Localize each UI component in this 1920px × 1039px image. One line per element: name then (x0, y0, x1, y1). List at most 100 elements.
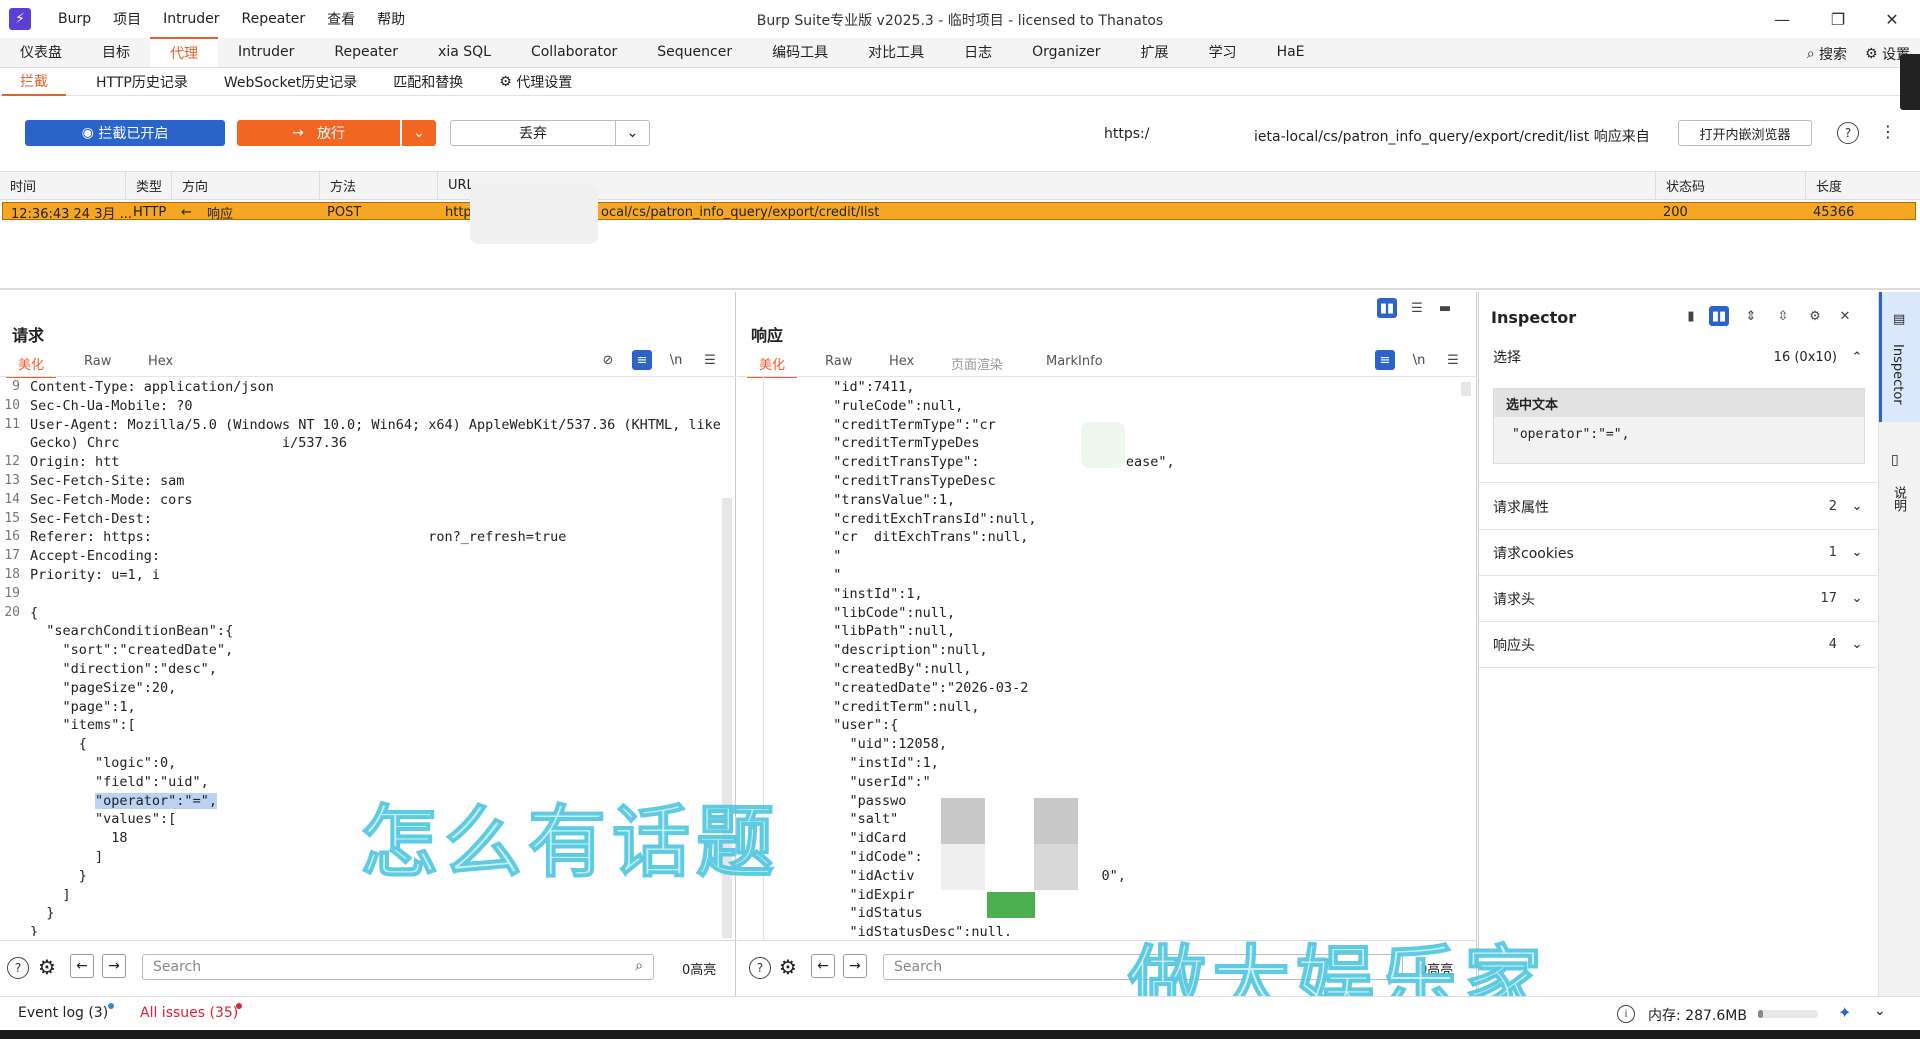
hide-eye-icon[interactable]: ⊘ (598, 350, 618, 370)
wrap-lines-icon[interactable]: ≡ (1375, 350, 1395, 370)
layout-rows-icon[interactable]: ☰ (1407, 298, 1427, 318)
col-length[interactable]: 长度 (1806, 172, 1920, 200)
request-tab-hex[interactable]: Hex (148, 354, 173, 369)
edge-scrollbar[interactable] (1900, 54, 1920, 110)
tab-learn[interactable]: 学习 (1189, 37, 1257, 67)
menu-intruder[interactable]: Intruder (163, 11, 219, 27)
tab-intruder[interactable]: Intruder (218, 37, 314, 67)
menu-repeater[interactable]: Repeater (242, 11, 306, 27)
menu-project[interactable]: 项目 (113, 9, 141, 29)
col-type[interactable]: 类型 (126, 172, 172, 200)
response-tab-render[interactable]: 页面渲染 (951, 354, 1003, 373)
tab-repeater[interactable]: Repeater (314, 37, 418, 67)
help-icon[interactable]: ? (749, 957, 771, 979)
help-icon[interactable]: ? (7, 957, 29, 979)
request-tab-pretty[interactable]: 美化 (5, 354, 57, 378)
inspector-request-cookies[interactable]: 请求cookies 1 ⌄ (1479, 530, 1877, 576)
newline-toggle-icon[interactable]: \n (1409, 350, 1429, 370)
tab-collaborator[interactable]: Collaborator (511, 37, 637, 67)
tab-hae[interactable]: HaE (1257, 37, 1325, 67)
code-line: } (30, 905, 55, 922)
col-direction[interactable]: 方向 (172, 172, 320, 200)
open-browser-button[interactable]: 打开内嵌浏览器 (1678, 120, 1812, 146)
menu-help[interactable]: 帮助 (377, 9, 405, 29)
help-icon[interactable]: ? (1837, 122, 1859, 144)
event-log-link[interactable]: Event log (3) (18, 1005, 108, 1021)
response-tab-markinfo[interactable]: MarkInfo (1046, 354, 1103, 369)
arrow-right-icon[interactable]: → (102, 954, 126, 978)
gear-icon[interactable]: ⚙ (38, 955, 56, 979)
close-icon[interactable]: ✕ (1835, 306, 1855, 326)
forward-dropdown-button[interactable]: ⌄ (402, 120, 436, 146)
more-options-icon[interactable]: ⋮ (1880, 122, 1896, 141)
code-line: "id":7411, (817, 379, 915, 395)
response-tab-raw[interactable]: Raw (825, 354, 852, 369)
code-line: "creditTermTypeDes (817, 435, 980, 452)
collapse-all-icon[interactable]: ⇳ (1773, 306, 1793, 326)
layout-a-icon[interactable]: ▮ (1681, 306, 1701, 326)
table-row[interactable]: 12:36:43 24 3月 ... HTTP ← 响应 POST http o… (2, 202, 1916, 222)
forward-button[interactable]: → 放行 (237, 120, 400, 146)
request-tab-raw[interactable]: Raw (84, 354, 111, 369)
layout-b-icon[interactable]: ▮▮ (1709, 306, 1729, 326)
intercept-toggle-button[interactable]: ◉ 拦截已开启 (25, 120, 225, 146)
col-method[interactable]: 方法 (320, 172, 438, 200)
subtab-match-replace[interactable]: 匹配和替换 (375, 68, 481, 96)
menu-burp[interactable]: Burp (58, 11, 91, 27)
tab-xia-sql[interactable]: xia SQL (418, 37, 511, 67)
response-tab-hex[interactable]: Hex (889, 354, 914, 369)
arrow-right-icon[interactable]: → (843, 954, 867, 978)
response-title: 响应 (751, 326, 784, 345)
inspector-request-headers[interactable]: 请求头 17 ⌄ (1479, 576, 1877, 622)
tab-sequencer[interactable]: Sequencer (637, 37, 752, 67)
request-search-input[interactable]: Search ⌕ (142, 954, 654, 980)
code-line: Sec-Fetch-Dest: (30, 510, 152, 527)
side-tab-notes[interactable]: ▯ 说明 (1879, 452, 1920, 552)
chevron-down-icon[interactable]: ⌄ (1874, 1003, 1886, 1019)
menu-icon[interactable]: ☰ (700, 350, 720, 370)
maximize-icon[interactable]: ❐ (1818, 6, 1858, 32)
tab-target[interactable]: 目标 (82, 37, 150, 67)
subtab-proxy-settings[interactable]: ⚙ 代理设置 (481, 68, 590, 96)
gear-icon[interactable]: ⚙ (1805, 306, 1825, 326)
search-button[interactable]: ⌕ 搜索 (1807, 44, 1847, 64)
selection-size: 16 (0x10) (1773, 349, 1837, 365)
minimize-icon[interactable]: — (1762, 6, 1802, 32)
tab-logger[interactable]: 日志 (944, 37, 1012, 67)
tab-decoder[interactable]: 编码工具 (752, 37, 848, 67)
col-time[interactable]: 时间 (0, 172, 126, 200)
col-url[interactable]: URL (438, 172, 1656, 200)
menu-icon[interactable]: ☰ (1443, 350, 1463, 370)
subtab-websocket-history[interactable]: WebSocket历史记录 (206, 68, 375, 96)
all-issues-link[interactable]: All issues (35) (140, 1005, 238, 1021)
tab-proxy[interactable]: 代理 (150, 37, 218, 67)
inspector-response-headers[interactable]: 响应头 4 ⌄ (1479, 622, 1877, 668)
newline-toggle-icon[interactable]: \n (666, 350, 686, 370)
arrow-left-icon[interactable]: ← (70, 954, 94, 978)
gear-icon[interactable]: ⚙ (779, 955, 797, 979)
subtab-http-history[interactable]: HTTP历史记录 (78, 68, 206, 96)
scrollbar[interactable] (1461, 382, 1471, 396)
tab-comparer[interactable]: 对比工具 (848, 37, 944, 67)
sparkle-icon[interactable]: ✦ (1838, 1003, 1851, 1022)
subtab-intercept[interactable]: 拦截 (2, 68, 66, 96)
info-icon[interactable]: i (1617, 1005, 1635, 1023)
os-taskbar (0, 1030, 1920, 1039)
tab-extensions[interactable]: 扩展 (1121, 37, 1189, 67)
inspector-selection-header[interactable]: 选择 16 (0x10) ⌃ (1479, 334, 1877, 380)
menu-view[interactable]: 查看 (327, 9, 355, 29)
close-window-icon[interactable]: ✕ (1872, 6, 1912, 32)
expand-all-icon[interactable]: ⇕ (1741, 306, 1761, 326)
col-status[interactable]: 状态码 (1656, 172, 1806, 200)
tab-dashboard[interactable]: 仪表盘 (0, 37, 82, 67)
layout-single-icon[interactable]: ▬ (1435, 298, 1455, 318)
response-tab-pretty[interactable]: 美化 (746, 354, 798, 378)
code-line: "creditTerm":null, (817, 698, 980, 715)
tab-organizer[interactable]: Organizer (1012, 37, 1120, 67)
inspector-request-attributes[interactable]: 请求属性 2 ⌄ (1479, 484, 1877, 530)
side-tab-inspector[interactable]: ▤ Inspector (1879, 292, 1920, 422)
drop-select[interactable]: 丢弃 ⌄ (450, 120, 650, 146)
arrow-left-icon[interactable]: ← (811, 954, 835, 978)
layout-split-icon[interactable]: ▮▮ (1377, 298, 1397, 318)
wrap-lines-icon[interactable]: ≡ (632, 350, 652, 370)
